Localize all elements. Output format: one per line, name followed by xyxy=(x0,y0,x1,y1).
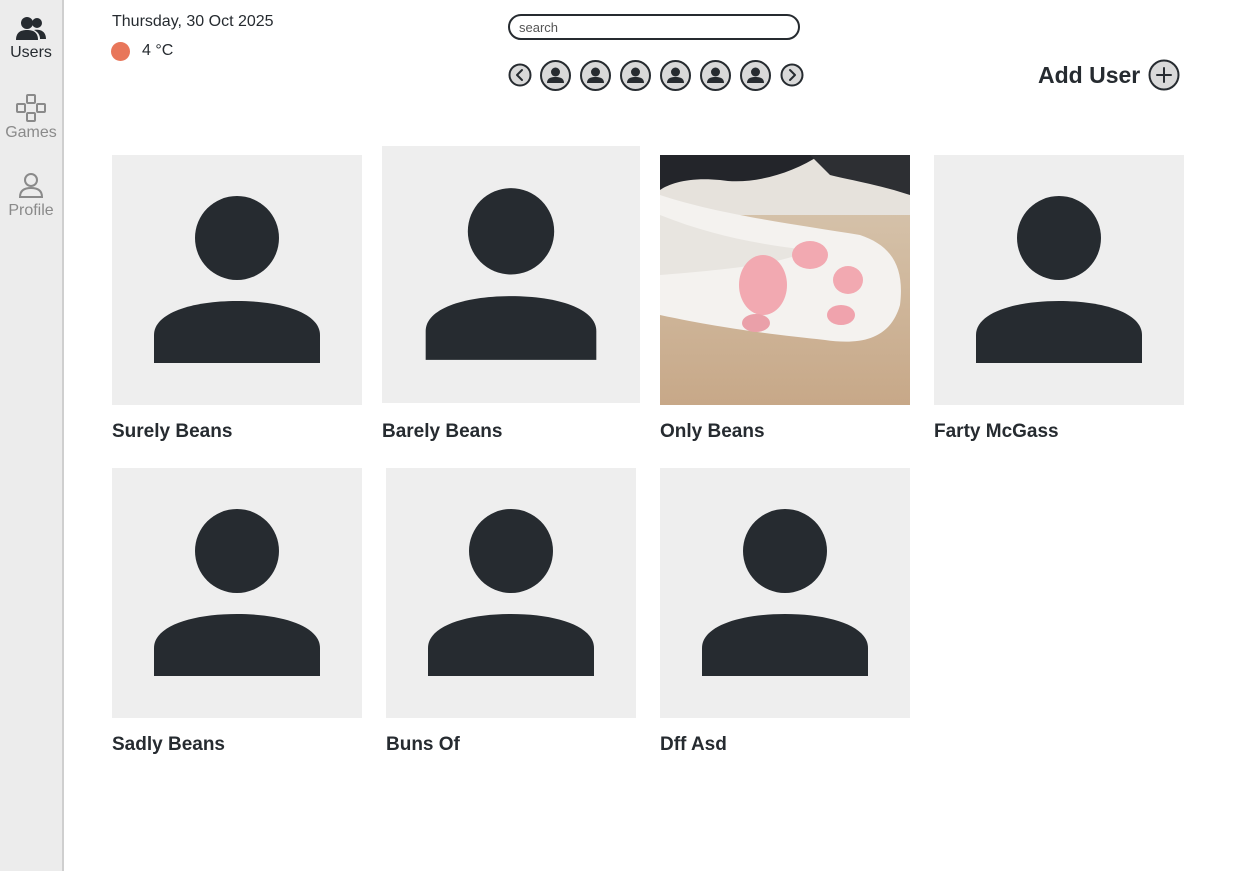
weather-widget: 4 °C xyxy=(111,41,173,61)
user-name: Barely Beans xyxy=(382,421,503,442)
sidebar-item-users[interactable]: Users xyxy=(0,16,62,62)
sidebar-item-label: Users xyxy=(10,44,52,61)
search-input[interactable] xyxy=(508,14,800,40)
user-photo xyxy=(112,155,362,405)
user-photo xyxy=(934,155,1184,405)
default-avatar-icon xyxy=(425,188,597,360)
user-photo xyxy=(386,468,636,718)
plus-circle-icon xyxy=(1148,59,1180,91)
user-photo xyxy=(660,468,910,718)
default-avatar-icon xyxy=(976,196,1142,363)
gamepad-icon xyxy=(16,94,46,122)
user-photo xyxy=(382,146,640,403)
sidebar-item-profile[interactable]: Profile xyxy=(0,172,62,220)
sidebar-item-games[interactable]: Games xyxy=(0,94,62,142)
users-icon xyxy=(16,17,46,40)
user-avatar-icon xyxy=(747,67,764,83)
cat-paw-photo-icon xyxy=(660,155,910,405)
carousel-avatar[interactable] xyxy=(660,60,691,91)
user-card[interactable]: Farty McGass xyxy=(934,155,1184,443)
user-name: Farty McGass xyxy=(934,421,1059,442)
sidebar: Users Games Profile xyxy=(0,0,64,871)
user-avatar-icon xyxy=(547,67,564,83)
sidebar-item-label: Games xyxy=(5,124,57,141)
user-name: Buns Of xyxy=(386,734,460,755)
current-date: Thursday, 30 Oct 2025 xyxy=(112,13,274,30)
user-card[interactable]: Surely Beans xyxy=(112,155,362,443)
person-icon xyxy=(18,173,44,198)
user-photo xyxy=(660,155,910,405)
chevron-right-icon[interactable] xyxy=(780,63,804,87)
carousel-avatar[interactable] xyxy=(580,60,611,91)
add-user-label: Add User xyxy=(1038,61,1141,88)
user-card[interactable]: Barely Beans xyxy=(382,146,640,443)
user-avatar-icon xyxy=(627,67,644,83)
user-card[interactable]: Only Beans xyxy=(660,155,910,443)
carousel-avatar[interactable] xyxy=(740,60,771,91)
sidebar-item-label: Profile xyxy=(8,202,54,219)
default-avatar-icon xyxy=(428,509,594,676)
user-avatar-icon xyxy=(587,67,604,83)
user-name: Sadly Beans xyxy=(112,734,225,755)
user-name: Only Beans xyxy=(660,421,765,442)
chevron-left-icon[interactable] xyxy=(508,63,532,87)
default-avatar-icon xyxy=(154,509,320,676)
add-user-button[interactable]: Add User xyxy=(1038,59,1180,91)
user-photo xyxy=(112,468,362,718)
default-avatar-icon xyxy=(702,509,868,676)
weather-dot-icon xyxy=(111,41,130,61)
carousel-avatar[interactable] xyxy=(540,60,571,91)
user-card[interactable]: Dff Asd xyxy=(660,468,910,756)
default-avatar-icon xyxy=(154,196,320,363)
user-avatar-icon xyxy=(707,67,724,83)
temperature: 4 °C xyxy=(142,42,174,59)
carousel-avatar[interactable] xyxy=(620,60,651,91)
user-card[interactable]: Buns Of xyxy=(386,468,636,756)
carousel-avatar[interactable] xyxy=(700,60,731,91)
user-card[interactable]: Sadly Beans xyxy=(112,468,362,756)
user-avatar-icon xyxy=(667,67,684,83)
user-name: Dff Asd xyxy=(660,734,727,755)
user-name: Surely Beans xyxy=(112,421,233,442)
